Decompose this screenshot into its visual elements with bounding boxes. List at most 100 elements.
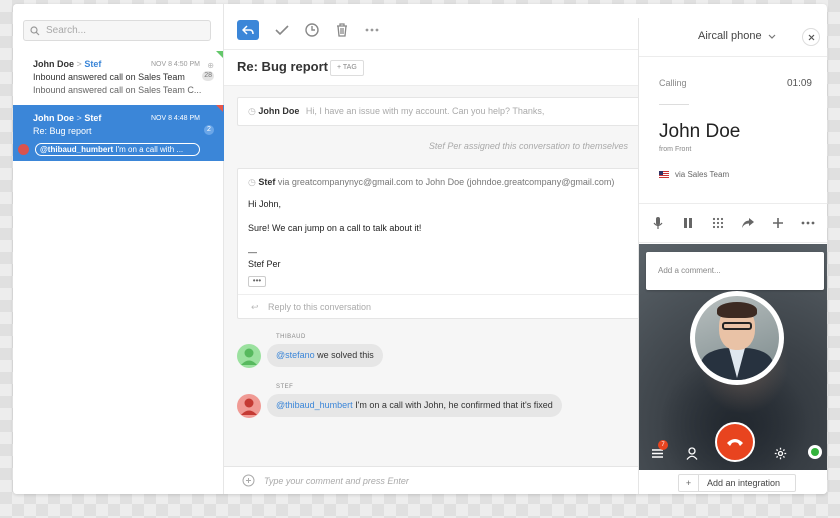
message-from: Stef [258,177,276,187]
phone-title-label: Aircall phone [698,30,762,42]
avatar [18,144,29,155]
conversation-from: John Doe [33,59,75,69]
message-signature: Stef Per [248,259,281,269]
mention-link[interactable]: @thibaud_humbert [276,400,353,410]
search-icon [30,25,40,35]
search-box[interactable] [23,20,211,41]
phone-hangup-icon [727,439,743,446]
comment-author: THIBAUD [276,334,306,340]
conversation-to: Stef [84,59,102,69]
comment-input[interactable] [264,472,624,490]
call-line: via Sales Team [659,170,729,179]
conversation-subject: Inbound answered call on Sales Team [33,72,185,82]
portrait-glasses [722,322,752,330]
close-button[interactable] [802,28,820,46]
microphone-icon [653,217,663,229]
keypad-button[interactable] [708,213,728,233]
caller-name: John Doe [659,121,741,142]
more-button[interactable] [361,20,383,40]
archive-button[interactable] [271,20,293,40]
signature-dash: — [248,247,257,257]
status-corner-red [216,105,223,112]
avatar [237,344,261,368]
call-timer: 01:09 [786,78,812,89]
avatar [237,394,261,418]
conversation-sidebar: John Doe > Stef NOV 8 4:50 PM ⊕ Inbound … [13,4,224,494]
add-integration-button[interactable]: + Add an integration [678,474,796,492]
status-corner-green [216,51,223,58]
hang-up-button[interactable] [715,422,755,462]
reply-button[interactable] [237,20,259,40]
add-call-button[interactable] [768,213,788,233]
caller-avatar [690,291,784,385]
message-header: ◷ Stef via greatcompanynyc@gmail.com to … [248,177,636,188]
message-collapsed[interactable]: ◷ John Doe Hi, I have an issue with my a… [237,97,647,126]
conversation-item[interactable]: John Doe > Stef NOV 8 4:50 PM ⊕ Inbound … [13,51,224,107]
transfer-arrow-icon [742,218,754,228]
keypad-icon [712,217,724,229]
divider [659,104,689,105]
phone-header: Aircall phone [639,18,827,57]
add-tag-button[interactable]: + TAG [330,60,364,76]
reply-link-label: Reply to this conversation [268,302,372,312]
notification-badge: 7 [658,440,668,450]
pause-icon [684,218,692,228]
call-comment-input[interactable]: Add a comment... [646,252,824,290]
caller-source: from Front [659,146,692,153]
gear-icon [774,447,786,459]
snooze-button[interactable] [301,20,323,40]
comment-composer [224,466,638,494]
call-status: Calling [659,78,687,88]
chevron-down-icon [768,34,776,39]
more-options-button[interactable] [798,213,818,233]
message-clock-icon: ◷ [248,177,256,187]
conversation-from: John Doe [33,113,75,123]
trash-icon [337,23,347,37]
message-from: John Doe [258,106,300,116]
mute-button[interactable] [648,213,668,233]
conversation-view: Re: Bug report + TAG ◷ John Doe Hi, I ha… [224,4,647,494]
settings-button[interactable] [772,445,788,461]
video-panel: Add a comment... 7 [639,244,827,470]
user-icon [686,446,698,460]
contact-button[interactable] [684,445,700,461]
plus-icon: + [679,475,699,491]
add-integration-label: Add an integration [707,478,781,488]
message-preview: Hi, I have an issue with my account. Can… [305,106,545,116]
mention-handle: @thibaud_humbert [40,145,114,154]
mention-pill: @thibaud_humbert I'm on a call with ... [35,143,200,156]
portrait-hair [717,302,757,318]
page-title: Re: Bug report [237,59,328,74]
mention-link[interactable]: @stefano [276,350,315,360]
comment-text: I'm on a call with John, he confirmed th… [352,400,553,410]
more-icon [365,28,379,32]
reply-link[interactable]: ↩ Reply to this conversation [238,294,646,318]
message-expanded: ◷ Stef via greatcompanynyc@gmail.com to … [237,168,647,319]
message-body: Hi John, Sure! We can jump on a call to … [248,198,636,287]
conversation-subject: Re: Bug report [33,126,92,136]
transfer-button[interactable] [738,213,758,233]
conversation-date: NOV 8 4:50 PM [150,61,200,68]
hold-button[interactable] [678,213,698,233]
search-input[interactable] [46,25,196,36]
comment-bubble: @stefano we solved this [267,344,383,367]
app-window: John Doe > Stef NOV 8 4:50 PM ⊕ Inbound … [13,4,827,494]
reply-arrow-icon: ↩ [251,302,259,312]
add-attachment-icon[interactable] [242,474,255,487]
message-clock-icon: ◷ [248,106,256,116]
comment-bubble: @thibaud_humbert I'm on a call with John… [267,394,562,417]
clock-icon [305,23,319,37]
us-flag-icon [659,171,669,178]
phone-title[interactable]: Aircall phone [698,30,776,42]
delete-button[interactable] [331,20,353,40]
plus-icon [773,218,783,228]
message-text: Sure! We can jump on a call to talk abou… [248,223,422,233]
assignment-event: Stef Per assigned this conversation to t… [428,141,628,151]
message-count-badge: 2 [204,125,214,135]
availability-status-icon[interactable] [808,445,822,459]
message-meta: via greatcompanynyc@gmail.com to John Do… [277,177,615,187]
show-more-button[interactable]: ••• [248,276,266,287]
aircall-phone-panel: Aircall phone Calling 01:09 John Doe fro… [638,18,827,494]
close-icon [808,34,814,40]
conversation-item-selected[interactable]: John Doe > Stef NOV 8 4:48 PM Re: Bug re… [13,105,224,161]
